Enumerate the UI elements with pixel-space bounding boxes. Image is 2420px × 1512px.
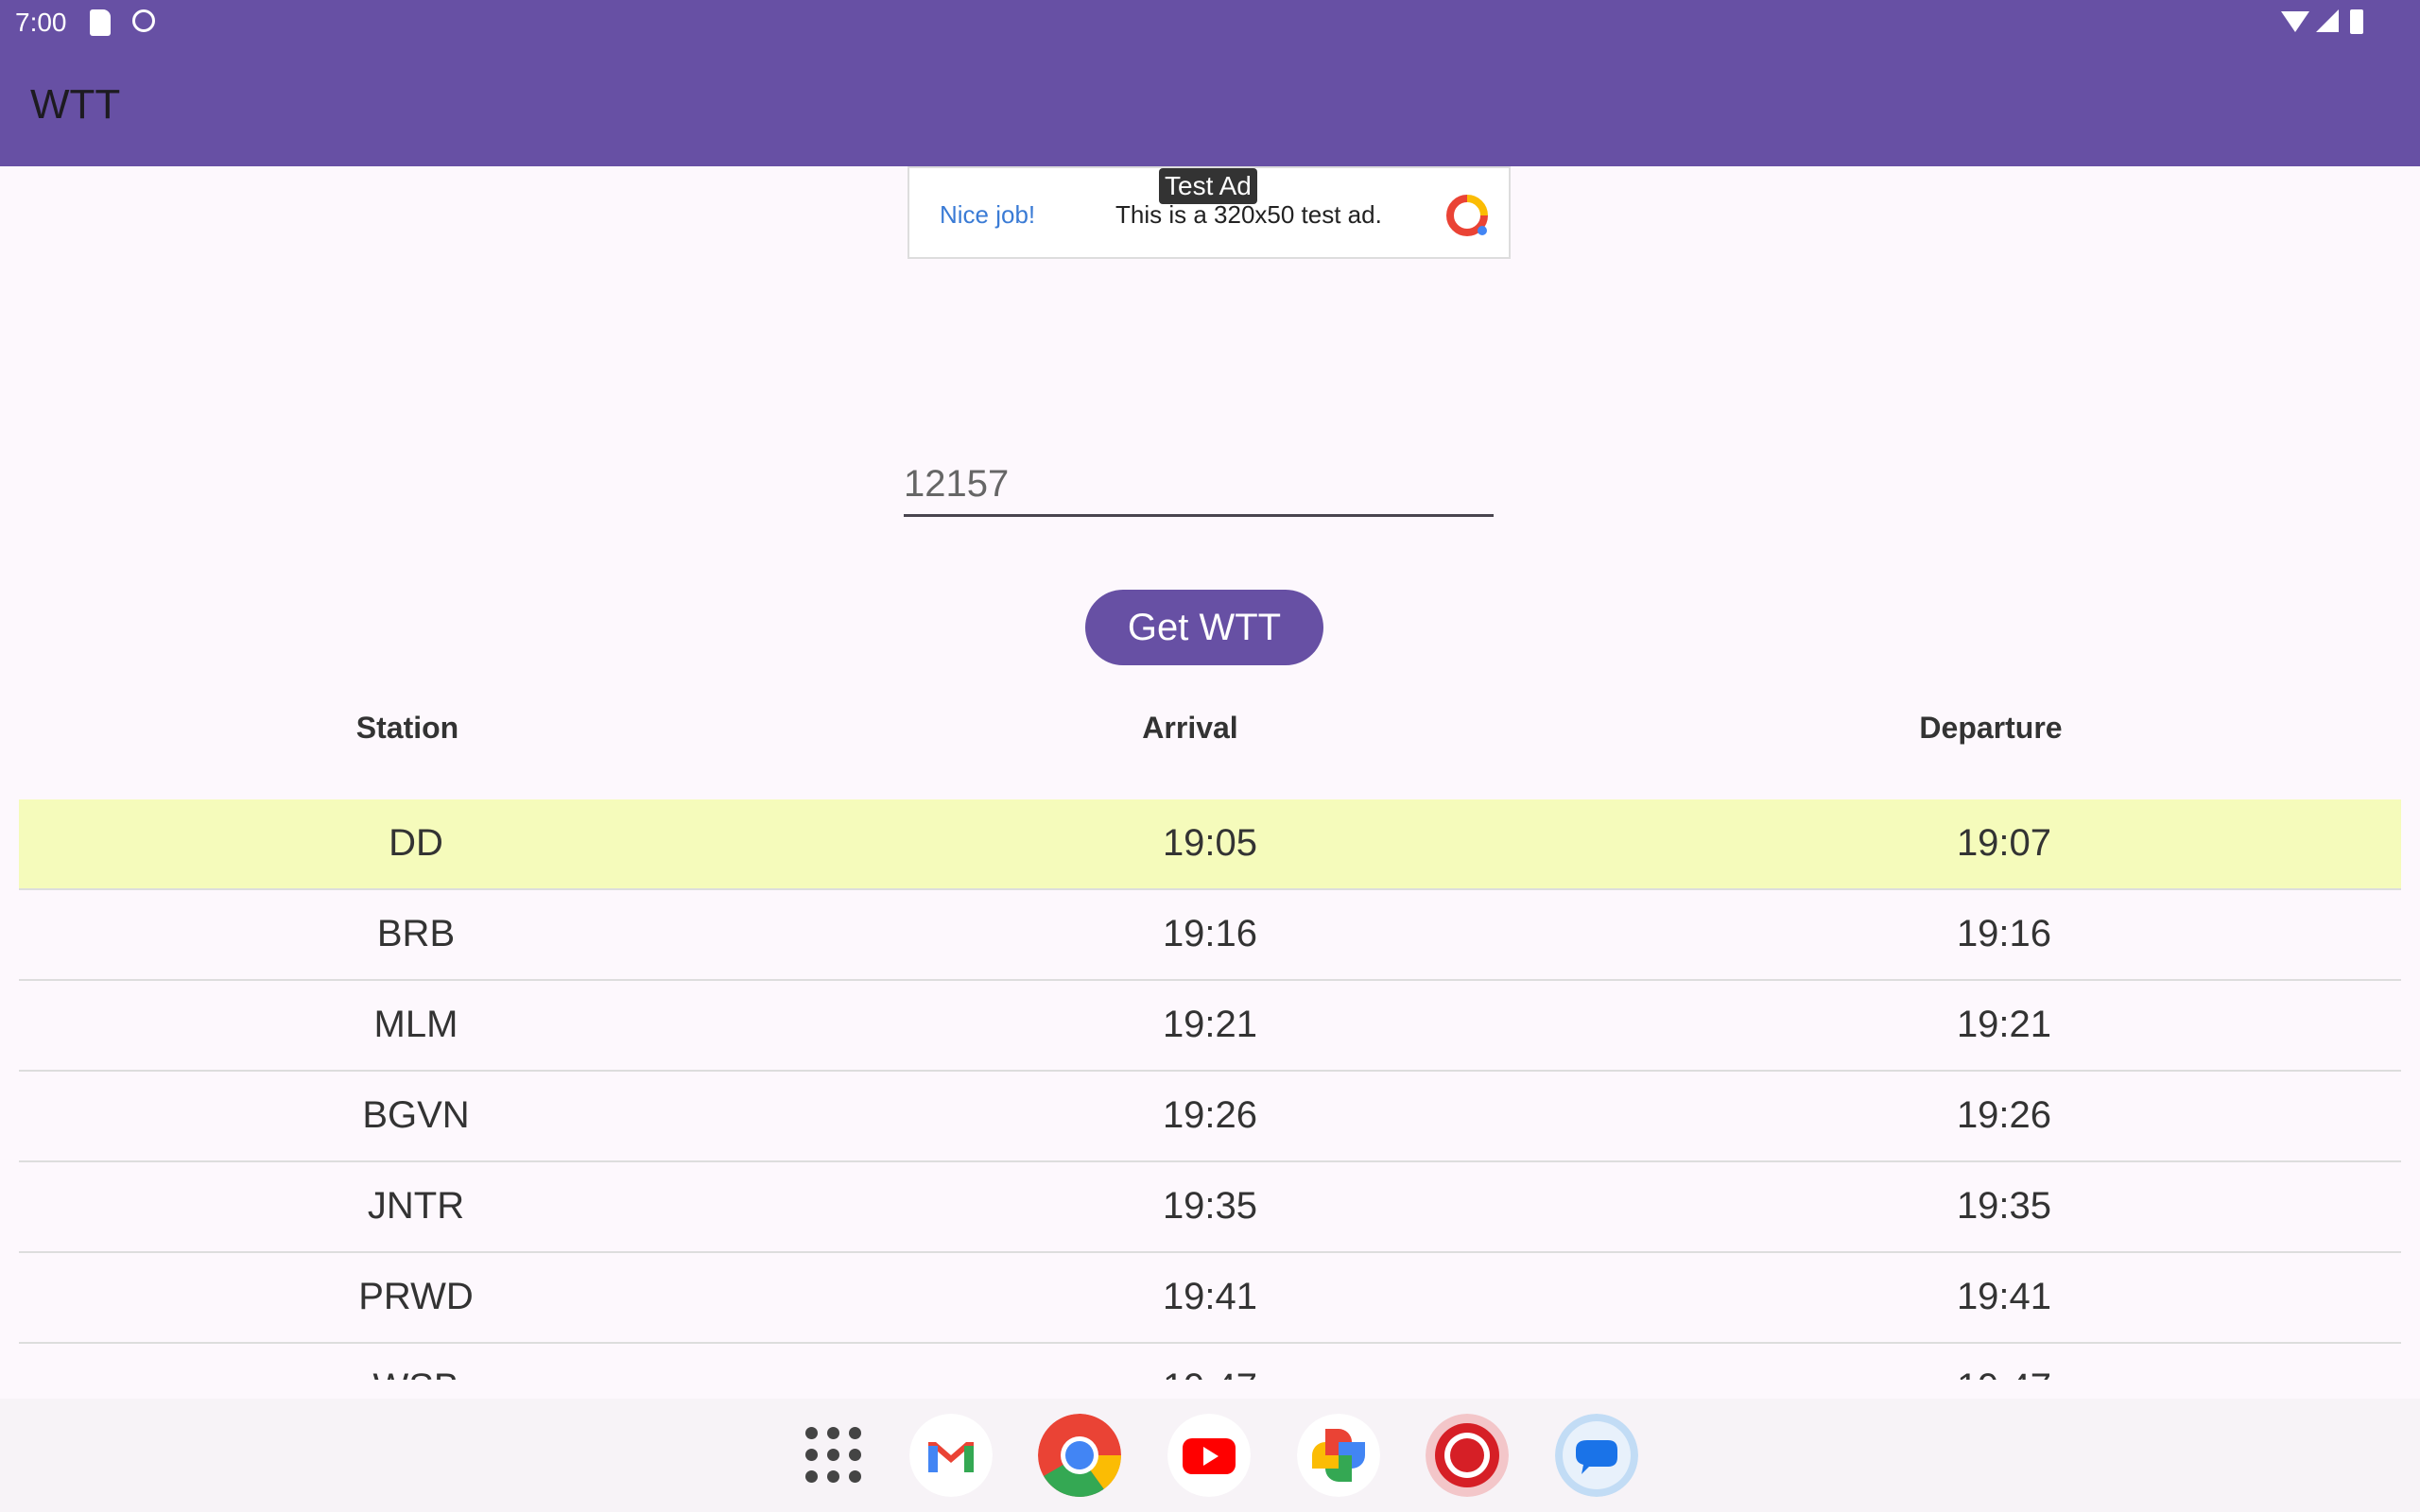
departure-cell: 19:16: [1956, 913, 2052, 954]
table-row[interactable]: PRWD 19:41 19:41: [19, 1253, 2401, 1344]
arrival-cell: 19:05: [1162, 822, 1258, 864]
indian-railways-icon[interactable]: [1426, 1414, 1509, 1497]
table-row[interactable]: WSB 19:47 19:47: [19, 1344, 2401, 1380]
station-cell: WSB: [132, 1366, 700, 1380]
train-number-field[interactable]: [904, 455, 1494, 517]
station-cell: MLM: [373, 1004, 458, 1045]
arrival-cell: 19:47: [926, 1366, 1494, 1380]
departure-cell: 19:07: [1956, 822, 2052, 864]
chrome-icon[interactable]: [1038, 1414, 1121, 1497]
station-cell: BGVN: [362, 1094, 470, 1136]
photos-icon[interactable]: [1297, 1414, 1380, 1497]
get-wtt-button[interactable]: Get WTT: [1085, 590, 1323, 665]
table-row[interactable]: DD 19:05 19:07: [19, 799, 2401, 890]
sd-card-icon: [90, 9, 111, 36]
timetable-list[interactable]: DD 19:05 19:07 BRB 19:16 19:16 MLM 19:21…: [19, 799, 2401, 1380]
header-arrival: Arrival: [1142, 711, 1238, 745]
test-ad-banner[interactable]: Nice job! This is a 320x50 test ad. Test…: [908, 166, 1511, 259]
app-drawer-icon[interactable]: [805, 1427, 862, 1484]
test-ad-label: Test Ad: [1159, 168, 1257, 204]
train-number-input[interactable]: [904, 459, 1494, 509]
wifi-icon: [2281, 11, 2309, 32]
departure-cell: 19:35: [1956, 1185, 2052, 1227]
station-cell: BRB: [376, 913, 456, 954]
departure-cell: 19:47: [1720, 1366, 2288, 1380]
ad-logo-icon: [1446, 195, 1488, 236]
arrival-cell: 19:35: [1162, 1185, 1258, 1227]
app-bar: WTT: [0, 47, 2420, 166]
arrival-cell: 19:26: [1162, 1094, 1258, 1136]
taskbar-dock: [0, 1399, 2420, 1512]
departure-cell: 19:41: [1956, 1276, 2052, 1317]
gmail-icon[interactable]: [909, 1414, 993, 1497]
messages-icon[interactable]: [1555, 1414, 1638, 1497]
station-cell: DD: [389, 822, 443, 864]
table-row[interactable]: BGVN 19:26 19:26: [19, 1072, 2401, 1162]
app-title: WTT: [30, 81, 121, 128]
header-station: Station: [355, 711, 459, 745]
arrival-cell: 19:21: [1162, 1004, 1258, 1045]
battery-icon: [2350, 9, 2363, 34]
arrival-cell: 19:16: [1162, 913, 1258, 954]
status-time: 7:00: [15, 8, 67, 37]
table-row[interactable]: BRB 19:16 19:16: [19, 890, 2401, 981]
header-departure: Departure: [1919, 711, 2063, 745]
table-row[interactable]: MLM 19:21 19:21: [19, 981, 2401, 1072]
status-bar: 7:00: [0, 0, 2420, 47]
ad-message: This is a 320x50 test ad.: [1115, 200, 1382, 229]
departure-cell: 19:21: [1956, 1004, 2052, 1045]
station-cell: JNTR: [367, 1185, 465, 1227]
departure-cell: 19:26: [1956, 1094, 2052, 1136]
youtube-icon[interactable]: [1167, 1414, 1251, 1497]
notification-icon: [132, 9, 155, 32]
ad-headline[interactable]: Nice job!: [940, 200, 1035, 230]
arrival-cell: 19:41: [1162, 1276, 1258, 1317]
station-cell: PRWD: [358, 1276, 474, 1317]
cellular-signal-icon: [2316, 9, 2339, 32]
table-row[interactable]: JNTR 19:35 19:35: [19, 1162, 2401, 1253]
